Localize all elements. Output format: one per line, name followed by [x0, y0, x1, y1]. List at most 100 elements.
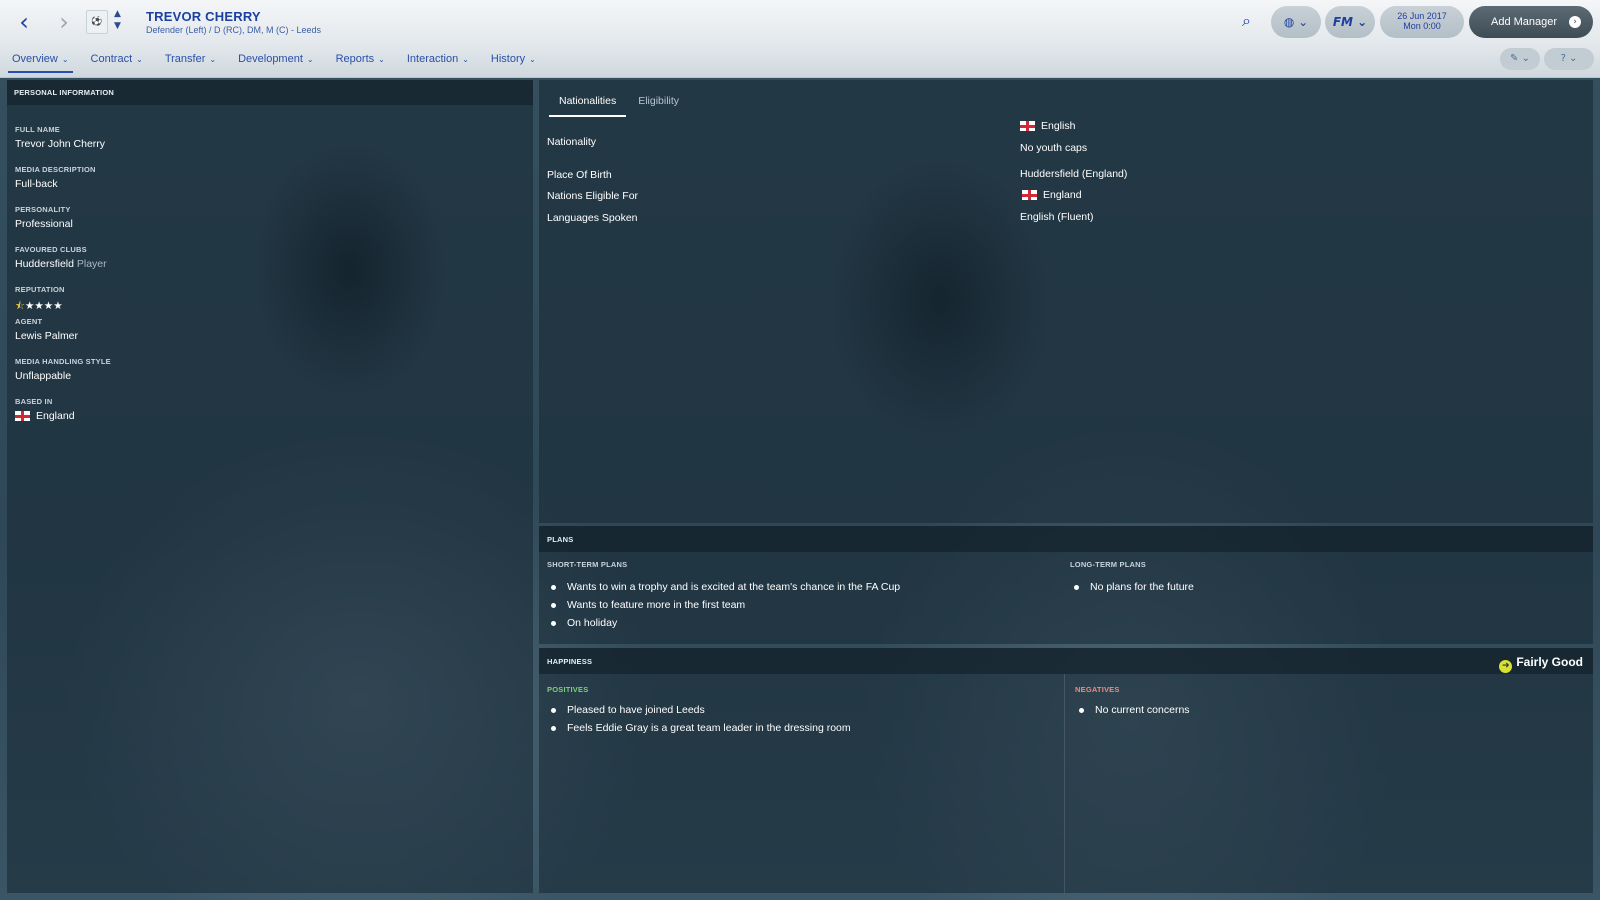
nationality-value[interactable]: English: [1020, 120, 1075, 132]
based-in-label: BASED IN: [15, 397, 53, 406]
england-flag-icon: [15, 411, 30, 422]
menu-overview[interactable]: Overview ⌄: [8, 51, 73, 73]
time-label: Mon 0:00: [1403, 21, 1441, 31]
positive-item: Pleased to have joined Leeds: [547, 704, 705, 716]
media-style-label: MEDIA HANDLING STYLE: [15, 357, 111, 366]
happiness-panel: HAPPINESS ➜ Fairly Good POSITIVES NEGATIV…: [539, 648, 1593, 893]
edit-tool-button[interactable]: ✎ ⌄: [1500, 48, 1540, 70]
tab-nationalities[interactable]: Nationalities: [549, 92, 627, 117]
england-flag-icon: [1020, 121, 1035, 132]
menu-interaction[interactable]: Interaction ⌄: [403, 51, 473, 73]
chevron-down-icon: ⌄: [529, 55, 536, 64]
languages-value: English (Fluent): [1020, 211, 1094, 223]
date-button[interactable]: 26 Jun 2017 Mon 0:00: [1380, 6, 1464, 38]
continue-arrow-icon: ›: [1569, 16, 1581, 28]
happiness-status: ➜ Fairly Good: [1499, 655, 1583, 673]
media-desc-label: MEDIA DESCRIPTION: [15, 165, 96, 174]
globe-menu-button[interactable]: ◍ ⌄: [1271, 6, 1321, 38]
chevron-down-icon: ⌄: [378, 55, 385, 64]
add-manager-button[interactable]: Add Manager ›: [1469, 6, 1593, 38]
long-term-plan-item: No plans for the future: [1070, 581, 1194, 593]
menu-overview-label: Overview: [12, 53, 58, 65]
chevron-down-icon: ⌄: [462, 55, 469, 64]
help-button[interactable]: ? ⌄: [1544, 48, 1594, 70]
eligible-label: Nations Eligible For: [547, 190, 639, 202]
menu-contract-label: Contract: [90, 53, 133, 65]
languages-label: Languages Spoken: [547, 212, 638, 224]
media-desc-field: MEDIA DESCRIPTION Full-back: [15, 165, 96, 190]
chevron-down-icon: ⌄: [61, 55, 69, 64]
short-term-plan-item: Wants to win a trophy and is excited at …: [547, 581, 900, 593]
player-menu: Overview ⌄ Contract ⌄ Transfer ⌄ Developmen…: [8, 51, 554, 73]
long-term-label: LONG-TERM PLANS: [1070, 560, 1146, 569]
short-term-plan-item: Wants to feature more in the first team: [547, 599, 745, 611]
youth-caps-value: No youth caps: [1020, 142, 1088, 154]
back-arrow-icon[interactable]: ‹: [12, 10, 36, 34]
short-term-plan-item: On holiday: [547, 617, 617, 629]
player-name: TREVOR CHERRY: [146, 9, 261, 24]
menu-transfer[interactable]: Transfer ⌄: [161, 51, 220, 73]
personality-field: PERSONALITY Professional: [15, 205, 73, 230]
menu-interaction-label: Interaction: [406, 53, 459, 65]
favoured-clubs-field: FAVOURED CLUBS Huddersfield Player: [15, 245, 107, 270]
england-flag-icon: [1022, 190, 1037, 201]
menu-history-label: History: [490, 53, 526, 65]
nationality-value-text: English: [1041, 120, 1076, 132]
menu-reports-label: Reports: [335, 53, 375, 65]
reputation-stars: ⯪★★★★: [15, 300, 63, 312]
nationality-panel: Nationalities Eligibility Nationality En…: [539, 80, 1593, 523]
nationality-label: Nationality: [547, 136, 597, 148]
media-desc-value: Full-back: [15, 178, 58, 190]
based-in-value[interactable]: England: [36, 410, 75, 422]
full-name-field: FULL NAME Trevor John Cherry: [15, 125, 105, 150]
chevron-down-icon: ⌄: [136, 55, 143, 64]
agent-value[interactable]: Lewis Palmer: [15, 330, 78, 342]
negatives-label: NEGATIVES: [1075, 685, 1120, 694]
place-of-birth-label: Place Of Birth: [547, 169, 612, 181]
media-style-field: MEDIA HANDLING STYLE Unflappable: [15, 357, 111, 382]
player-updown-icon[interactable]: ▲ ▼: [114, 8, 126, 32]
status-arrow-icon: ➜: [1499, 660, 1513, 673]
favoured-club-role: Player: [76, 258, 107, 270]
positive-item: Feels Eddie Gray is a great team leader …: [547, 722, 851, 734]
eligible-value[interactable]: England: [1022, 189, 1082, 201]
happiness-divider: [1064, 674, 1065, 893]
favoured-club-link[interactable]: Huddersfield: [15, 258, 74, 270]
menu-development-label: Development: [238, 53, 303, 65]
positives-label: POSITIVES: [547, 685, 589, 694]
personality-value: Professional: [15, 218, 73, 230]
personality-label: PERSONALITY: [15, 205, 71, 214]
personal-info-panel: PERSONAL INFORMATION FULL NAME Trevor Jo…: [7, 80, 533, 893]
search-icon[interactable]: ⌕: [1242, 11, 1251, 31]
menu-reports[interactable]: Reports ⌄: [332, 51, 389, 73]
eligible-value-text: England: [1043, 189, 1082, 201]
menu-transfer-label: Transfer: [164, 53, 206, 65]
plans-panel: PLANS SHORT-TERM PLANS LONG-TERM PLANS W…: [539, 526, 1593, 644]
full-name-value: Trevor John Cherry: [15, 138, 106, 150]
fm-menu-button[interactable]: FM ⌄: [1325, 6, 1375, 38]
tab-eligibility[interactable]: Eligibility: [628, 92, 689, 117]
add-manager-label: Add Manager: [1491, 16, 1558, 28]
happiness-heading-text: HAPPINESS: [547, 657, 593, 666]
happiness-heading: HAPPINESS ➜ Fairly Good: [539, 648, 1593, 674]
place-of-birth-value[interactable]: Huddersfield (England): [1020, 168, 1127, 180]
plans-heading: PLANS: [539, 526, 1593, 552]
menu-history[interactable]: History ⌄: [487, 51, 540, 73]
chevron-down-icon: ⌄: [306, 55, 314, 64]
club-badge-icon: ⚽: [86, 10, 108, 34]
negative-item: No current concerns: [1075, 704, 1190, 716]
personal-info-heading: PERSONAL INFORMATION: [7, 80, 533, 106]
favoured-clubs-label: FAVOURED CLUBS: [15, 245, 87, 254]
date-label: 26 Jun 2017: [1397, 11, 1447, 21]
nationality-tabs: Nationalities Eligibility: [549, 92, 691, 117]
menu-contract[interactable]: Contract ⌄: [87, 51, 147, 73]
top-bar: ‹ › ⚽ ▲ ▼ TREVOR CHERRY Defender (Left) /…: [0, 0, 1600, 44]
menu-development[interactable]: Development ⌄: [234, 51, 318, 73]
chevron-down-icon: ⌄: [209, 55, 217, 64]
agent-field: AGENT Lewis Palmer: [15, 317, 78, 342]
player-positions: Defender (Left) / D (RC), DM, M (C) - Le…: [146, 25, 322, 35]
full-name-label: FULL NAME: [15, 125, 60, 134]
nav-bar: Overview ⌄ Contract ⌄ Transfer ⌄ Developmen…: [0, 44, 1600, 78]
forward-arrow-icon[interactable]: ›: [52, 10, 76, 34]
short-term-label: SHORT-TERM PLANS: [547, 560, 628, 569]
